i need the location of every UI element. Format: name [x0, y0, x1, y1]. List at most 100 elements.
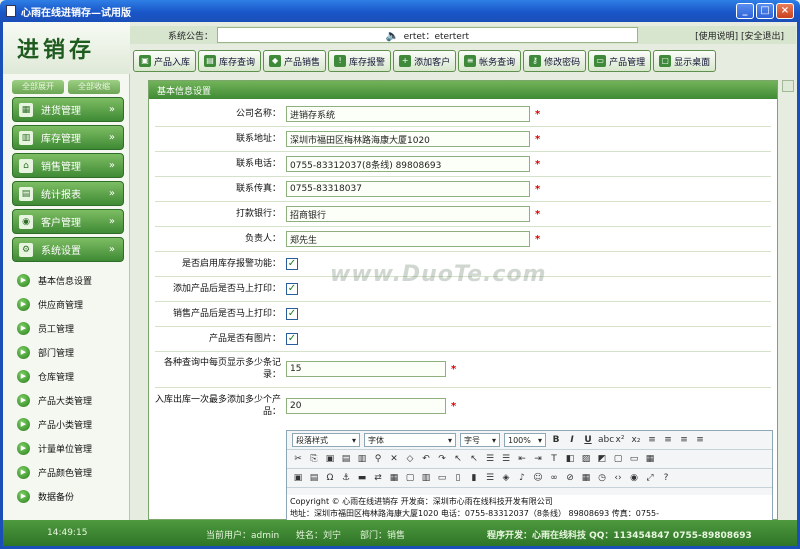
maximize-button[interactable]: □	[756, 3, 774, 19]
input-icon[interactable]: ▭	[436, 472, 448, 484]
pointer-icon[interactable]: ↖	[452, 453, 464, 465]
delete-icon[interactable]: ✕	[388, 453, 400, 465]
time-icon[interactable]: ◷	[596, 472, 608, 484]
fullscreen-icon[interactable]: ⤢	[644, 472, 656, 484]
close-button[interactable]: ×	[776, 3, 794, 19]
window-icon[interactable]: ▭	[628, 453, 640, 465]
paste-icon[interactable]: ▣	[324, 453, 336, 465]
copy-icon[interactable]: ⎘	[308, 453, 320, 465]
undo-icon[interactable]: ↶	[420, 453, 432, 465]
paste-word-icon[interactable]: ▥	[356, 453, 368, 465]
sidebar-item-subcategories[interactable]: ▶ 产品小类管理	[3, 412, 129, 436]
image-icon[interactable]: ▣	[292, 472, 304, 484]
toolbar-button-sales[interactable]: ◆ 产品销售	[263, 50, 327, 72]
indent-icon[interactable]: ⇥	[532, 453, 544, 465]
toolbar-button-stock-in[interactable]: ▣ 产品入库	[133, 50, 197, 72]
emoticon-icon[interactable]: ☺	[532, 472, 544, 484]
redo-icon[interactable]: ↷	[436, 453, 448, 465]
align-center-icon[interactable]: ≡	[662, 434, 674, 446]
italic-icon[interactable]: I	[566, 434, 578, 446]
preview-icon[interactable]: ◉	[628, 472, 640, 484]
font-size-select[interactable]: 字号 ▾	[460, 433, 500, 447]
toolbar-button-inventory[interactable]: ▤ 库存查询	[198, 50, 262, 72]
page-size-field[interactable]: 15	[286, 361, 446, 377]
anchor-icon[interactable]: ⚓	[340, 472, 352, 484]
hr-icon[interactable]: ▬	[356, 472, 368, 484]
rich-text-editor[interactable]: 段落样式 ▾ 字体 ▾ 字号 ▾ 100% ▾ B I U abc x² x₂ ≡ ≡ …	[286, 430, 773, 521]
sidebar-item-categories[interactable]: ▶ 产品大类管理	[3, 388, 129, 412]
toolbar-button-alarm[interactable]: ! 库存报警	[328, 50, 392, 72]
table-icon[interactable]: ▦	[388, 472, 400, 484]
strikethrough-icon[interactable]: abc	[598, 434, 614, 446]
font-select[interactable]: 字体 ▾	[364, 433, 456, 447]
superscript-icon[interactable]: x²	[614, 434, 626, 446]
paste-text-icon[interactable]: ▤	[340, 453, 352, 465]
subscript-icon[interactable]: x₂	[630, 434, 642, 446]
link-icon[interactable]: ∞	[548, 472, 560, 484]
image-checkbox[interactable]: ✓	[286, 333, 298, 345]
print-add-checkbox[interactable]: ✓	[286, 283, 298, 295]
format-icon[interactable]: ◩	[596, 453, 608, 465]
menu-inventory[interactable]: ▥ 库存管理 »	[12, 125, 124, 150]
button-icon[interactable]: ▮	[468, 472, 480, 484]
date-icon[interactable]: ▦	[580, 472, 592, 484]
paragraph-style-select[interactable]: 段落样式 ▾	[292, 433, 360, 447]
find-icon[interactable]: ⚲	[372, 453, 384, 465]
owner-field[interactable]: 郑先生	[286, 231, 530, 247]
sidebar-item-colors[interactable]: ▶ 产品颜色管理	[3, 460, 129, 484]
text-color-icon[interactable]: T	[548, 453, 560, 465]
toolbar-button-add-customer[interactable]: + 添加客户	[393, 50, 457, 72]
alarm-checkbox[interactable]: ✓	[286, 258, 298, 270]
menu-reports[interactable]: ▤ 统计报表 »	[12, 181, 124, 206]
sidebar-item-suppliers[interactable]: ▶ 供应商管理	[3, 292, 129, 316]
toolbar-button-products[interactable]: ▭ 产品管理	[588, 50, 652, 72]
company-field[interactable]: 进销存系统	[286, 106, 530, 122]
menu-sales[interactable]: ⌂ 销售管理 »	[12, 153, 124, 178]
form-icon[interactable]: ▥	[420, 472, 432, 484]
layers-icon[interactable]: ▦	[644, 453, 656, 465]
bank-field[interactable]: 招商银行	[286, 206, 530, 222]
toolbar-button-desktop[interactable]: ▢ 显示桌面	[653, 50, 717, 72]
fax-field[interactable]: 0755-83318037	[286, 181, 530, 197]
sidebar-item-backup[interactable]: ▶ 数据备份	[3, 484, 129, 508]
print-sale-checkbox[interactable]: ✓	[286, 308, 298, 320]
code-icon[interactable]: ‹›	[612, 472, 624, 484]
toolbar-button-accounts[interactable]: ≡ 帐务查询	[458, 50, 522, 72]
eraser-icon[interactable]: ◇	[404, 453, 416, 465]
menu-customers[interactable]: ◉ 客户管理 »	[12, 209, 124, 234]
scrollbar[interactable]	[782, 80, 794, 92]
minimize-button[interactable]: _	[736, 3, 754, 19]
sidebar-item-warehouses[interactable]: ▶ 仓库管理	[3, 364, 129, 388]
justify-icon[interactable]: ≡	[694, 434, 706, 446]
sidebar-item-staff[interactable]: ▶ 员工管理	[3, 316, 129, 340]
sidebar-item-basic-info[interactable]: ▶ 基本信息设置	[3, 268, 129, 292]
select-icon[interactable]: ↖	[468, 453, 480, 465]
media-icon[interactable]: ▤	[308, 472, 320, 484]
toolbar-button-password[interactable]: ⚷ 修改密码	[523, 50, 587, 72]
align-left-icon[interactable]: ≡	[646, 434, 658, 446]
list-icon[interactable]: ☰	[484, 472, 496, 484]
batch-field[interactable]: 20	[286, 398, 446, 414]
bullet-list-icon[interactable]: ☰	[500, 453, 512, 465]
phone-field[interactable]: 0755-83312037(8条线) 89808693	[286, 156, 530, 172]
collapse-all-button[interactable]: 全部收缩	[68, 80, 120, 94]
highlight-icon[interactable]: ▨	[580, 453, 592, 465]
underline-icon[interactable]: U	[582, 434, 594, 446]
numbered-list-icon[interactable]: ☰	[484, 453, 496, 465]
outdent-icon[interactable]: ⇤	[516, 453, 528, 465]
bold-icon[interactable]: B	[550, 434, 562, 446]
address-field[interactable]: 深圳市福田区梅林路海康大厦1020	[286, 131, 530, 147]
zoom-select[interactable]: 100% ▾	[504, 433, 546, 447]
cut-icon[interactable]: ✂	[292, 453, 304, 465]
menu-settings[interactable]: ⚙ 系统设置 »	[12, 237, 124, 262]
menu-purchase[interactable]: ▦ 进货管理 »	[12, 97, 124, 122]
help-icon[interactable]: ?	[660, 472, 672, 484]
symbol-icon[interactable]: Ω	[324, 472, 336, 484]
sidebar-item-units[interactable]: ▶ 计量单位管理	[3, 436, 129, 460]
align-right-icon[interactable]: ≡	[678, 434, 690, 446]
unlink-icon[interactable]: ⊘	[564, 472, 576, 484]
textarea-icon[interactable]: ▯	[452, 472, 464, 484]
sidebar-item-departments[interactable]: ▶ 部门管理	[3, 340, 129, 364]
editor-content[interactable]: Copyright © 心雨在线进销存 开发商：深圳市心雨在线科技开发有限公司 …	[287, 495, 772, 521]
box-icon[interactable]: ▢	[404, 472, 416, 484]
